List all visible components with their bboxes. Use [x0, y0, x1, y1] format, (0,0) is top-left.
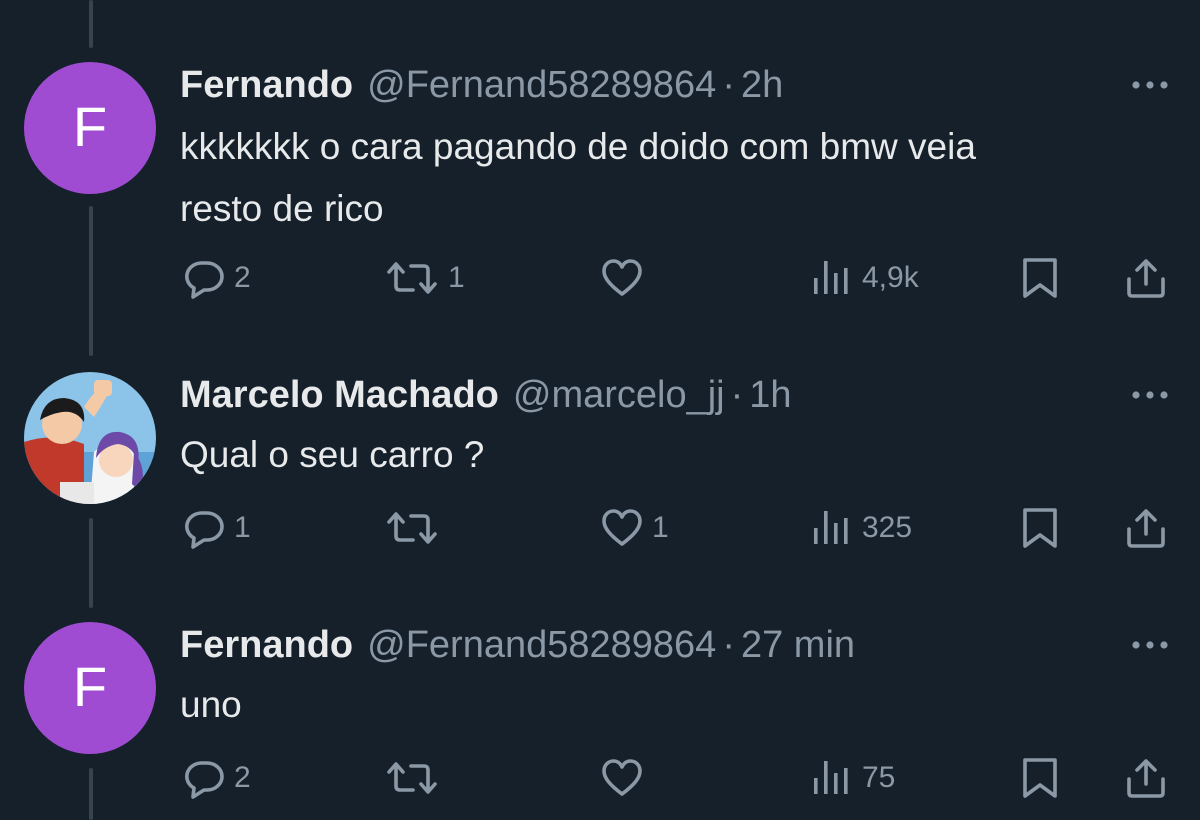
more-icon[interactable] — [1128, 70, 1172, 100]
view-count: 325 — [862, 511, 913, 544]
retweet-icon — [384, 756, 440, 800]
tweet-text: Qual o seu carro ? — [180, 424, 1170, 486]
bookmark-button[interactable] — [1018, 756, 1062, 800]
tweet-text: kkkkkkk o cara pagando de doido com bmw … — [180, 116, 1170, 240]
action-bar: 1 1 325 — [0, 506, 1200, 550]
avatar[interactable]: F — [24, 622, 156, 754]
more-icon[interactable] — [1128, 630, 1172, 660]
bookmark-icon — [1018, 256, 1062, 300]
retweet-button[interactable] — [384, 506, 448, 550]
bookmark-button[interactable] — [1018, 506, 1062, 550]
thread-line — [89, 0, 93, 48]
display-name[interactable]: Fernando — [180, 64, 353, 107]
bookmark-icon — [1018, 506, 1062, 550]
timestamp[interactable]: 27 min — [741, 624, 855, 667]
avatar[interactable]: F — [24, 62, 156, 194]
separator: · — [730, 373, 744, 416]
reply-count: 1 — [234, 511, 251, 544]
reply-thread: F Fernando @Fernand58289864 · 2h kkkkkkk… — [0, 0, 1200, 820]
share-button[interactable] — [1124, 256, 1168, 300]
share-icon — [1124, 256, 1168, 300]
views-button[interactable]: 75 — [810, 756, 895, 800]
reply-icon — [182, 756, 226, 800]
reply-count: 2 — [234, 261, 251, 294]
timestamp[interactable]: 2h — [741, 64, 783, 107]
retweet-button[interactable]: 1 — [384, 256, 465, 300]
tweet-text-line: Qual o seu carro ? — [180, 434, 485, 475]
display-name[interactable]: Fernando — [180, 624, 353, 667]
share-button[interactable] — [1124, 756, 1168, 800]
retweet-icon — [384, 506, 440, 550]
reply-button[interactable]: 1 — [182, 506, 251, 550]
reply-button[interactable]: 2 — [182, 256, 251, 300]
views-icon — [810, 256, 854, 300]
like-button[interactable] — [600, 756, 652, 800]
display-name[interactable]: Marcelo Machado — [180, 374, 499, 417]
user-handle[interactable]: @marcelo_jj — [513, 374, 725, 417]
heart-icon — [600, 506, 644, 550]
more-icon[interactable] — [1128, 380, 1172, 410]
heart-icon — [600, 756, 644, 800]
share-button[interactable] — [1124, 506, 1168, 550]
user-handle[interactable]: @Fernand58289864 — [367, 64, 716, 107]
avatar[interactable] — [24, 372, 156, 504]
tweet-text: uno — [180, 674, 1170, 736]
reply-icon — [182, 256, 226, 300]
tweet-header: Fernando @Fernand58289864 · 27 min — [180, 622, 855, 668]
view-count: 4,9k — [862, 261, 919, 294]
like-button[interactable]: 1 — [600, 506, 669, 550]
timestamp[interactable]: 1h — [749, 374, 791, 417]
views-icon — [810, 756, 854, 800]
reply-icon — [182, 506, 226, 550]
tweet-header: Fernando @Fernand58289864 · 2h — [180, 62, 783, 108]
action-bar: 2 1 4,9k — [0, 256, 1200, 300]
tweet-text-line: uno — [180, 684, 242, 725]
share-icon — [1124, 506, 1168, 550]
heart-icon — [600, 256, 644, 300]
user-handle[interactable]: @Fernand58289864 — [367, 624, 716, 667]
action-bar: 2 75 — [0, 756, 1200, 800]
reply-button[interactable]: 2 — [182, 756, 251, 800]
views-icon — [810, 506, 854, 550]
reply-count: 2 — [234, 761, 251, 794]
retweet-icon — [384, 256, 440, 300]
views-button[interactable]: 325 — [810, 506, 912, 550]
retweet-button[interactable] — [384, 756, 448, 800]
tweet-text-line: resto de rico — [180, 188, 384, 229]
separator: · — [722, 63, 735, 106]
view-count: 75 — [862, 761, 896, 794]
tweet-text-line: kkkkkkk o cara pagando de doido com bmw … — [180, 126, 976, 167]
like-count: 1 — [652, 511, 669, 544]
bookmark-icon — [1018, 756, 1062, 800]
bookmark-button[interactable] — [1018, 256, 1062, 300]
retweet-count: 1 — [448, 261, 465, 294]
tweet-header: Marcelo Machado @marcelo_jj · 1h — [180, 372, 792, 418]
share-icon — [1124, 756, 1168, 800]
separator: · — [722, 623, 735, 666]
like-button[interactable] — [600, 256, 652, 300]
views-button[interactable]: 4,9k — [810, 256, 919, 300]
